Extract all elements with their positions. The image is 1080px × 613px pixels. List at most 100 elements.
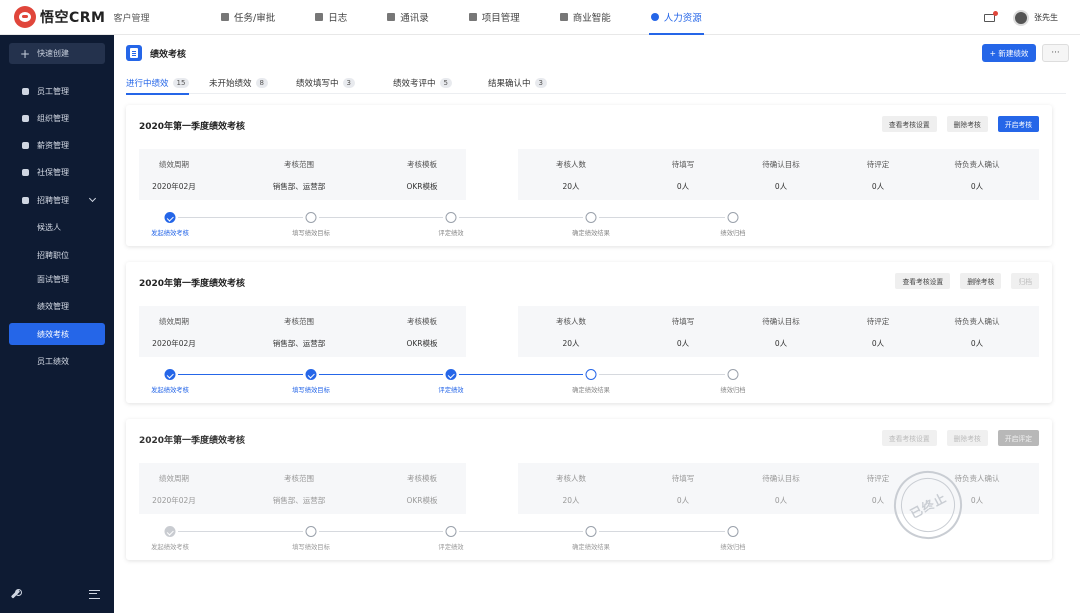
avatar[interactable] xyxy=(1013,9,1029,26)
sidebar-subitem[interactable]: 员工绩效 xyxy=(9,350,105,372)
step-dot xyxy=(305,369,317,380)
info-value: 0人 xyxy=(676,339,690,348)
contacts-icon xyxy=(387,13,396,21)
step-dot xyxy=(727,369,739,380)
sidebar-item[interactable]: 招聘管理 xyxy=(9,189,105,211)
step-label: 发起绩效考核 xyxy=(151,230,189,237)
topnav-label: 人力资源 xyxy=(663,13,702,24)
info-value: 20人 xyxy=(562,496,580,505)
step-label: 确定绩效结果 xyxy=(572,230,610,237)
sidebar-subitem-label: 面试管理 xyxy=(37,274,69,284)
info-header: 考核范围 xyxy=(284,317,314,326)
sidebar-item[interactable]: 社保管理 xyxy=(9,161,105,183)
sidebar-item-label: 社保管理 xyxy=(37,167,69,177)
topnav-item[interactable]: 日志 xyxy=(315,0,347,35)
step-dot xyxy=(585,526,597,537)
info-value: 0人 xyxy=(970,339,984,348)
sidebar-subitem[interactable]: 招聘职位 xyxy=(9,244,105,266)
card-action-button[interactable]: 开启考核 xyxy=(997,116,1039,132)
info-header: 考核人数 xyxy=(556,474,586,483)
info-header: 考核模板 xyxy=(407,160,437,169)
card-action-button[interactable]: 开启评定 xyxy=(997,430,1039,446)
quick-create-button[interactable]: + 快速创建 xyxy=(9,43,105,64)
app-subtitle: 客户管理 xyxy=(113,13,150,24)
top-nav: 任务/审批 日志 通讯录 项目管理 商业智能 人力资源 xyxy=(221,0,742,35)
info-header: 考核模板 xyxy=(407,474,437,483)
tab[interactable]: 进行中绩效 15 xyxy=(126,72,190,95)
info-header: 待负责人确认 xyxy=(954,474,1000,483)
tab[interactable]: 绩效填写中 3 xyxy=(296,72,355,94)
wrench-icon[interactable] xyxy=(10,589,22,599)
step-label: 评定绩效 xyxy=(438,544,464,551)
main-content: 绩效考核 + 新建绩效 ··· 进行中绩效 15 未开始绩效 8 绩效填写中 3 绩效考评中… xyxy=(114,35,1080,613)
card-title: 2020年第一季度绩效考核 xyxy=(139,436,246,446)
card-title: 2020年第一季度绩效考核 xyxy=(139,279,246,289)
card-actions: 查看考核设置 删除考核 归档 xyxy=(885,273,1039,289)
tab-count-badge: 15 xyxy=(172,78,190,88)
step-label: 填写绩效目标 xyxy=(292,230,330,237)
salary-icon xyxy=(22,141,29,149)
info-header: 待填写 xyxy=(671,317,695,326)
tab-label: 绩效填写中 xyxy=(296,79,339,89)
card-action-button[interactable]: 删除考核 xyxy=(946,116,988,132)
chevron-down-icon xyxy=(88,194,97,203)
top-bar: 悟空CRM 客户管理 任务/审批 日志 通讯录 项目管理 商业智能 人力资源 张先生 xyxy=(0,0,1080,35)
card-action-button[interactable]: 查看考核设置 xyxy=(895,273,951,289)
step-label: 发起绩效考核 xyxy=(151,544,189,551)
tab-count-badge: 3 xyxy=(342,78,355,88)
sidebar-item[interactable]: 员工管理 xyxy=(9,80,105,102)
tab[interactable]: 未开始绩效 8 xyxy=(209,72,268,94)
new-performance-button[interactable]: + 新建绩效 xyxy=(982,44,1036,62)
info-header: 待评定 xyxy=(866,317,890,326)
tab[interactable]: 结果确认中 3 xyxy=(488,72,547,94)
topnav-item[interactable]: 人力资源 xyxy=(648,0,704,35)
sidebar-subitem-label: 候选人 xyxy=(37,222,61,232)
info-panel-right: 考核人数 20人 待填写 0人 待确认目标 0人 待评定 0人 待负责人确认 0人 xyxy=(518,149,1039,200)
tab[interactable]: 绩效考评中 5 xyxy=(393,72,452,94)
sidebar-item[interactable]: 组织管理 xyxy=(9,107,105,129)
card-actions: 查看考核设置 删除考核 开启评定 xyxy=(872,430,1039,446)
info-header: 绩效周期 xyxy=(159,474,189,483)
sidebar-subitem-label: 员工绩效 xyxy=(37,356,69,366)
sidebar-subitem-label: 招聘职位 xyxy=(37,250,69,260)
topnav-label: 通讯录 xyxy=(400,13,429,24)
step-connector xyxy=(319,531,443,532)
info-value: OKR模板 xyxy=(406,339,438,348)
topnav-item[interactable]: 任务/审批 xyxy=(221,0,275,35)
hr-icon xyxy=(650,13,659,21)
sidebar-item-label: 招聘管理 xyxy=(37,195,69,205)
sidebar-subitem-label: 绩效管理 xyxy=(37,301,69,311)
status-tabs: 进行中绩效 15 未开始绩效 8 绩效填写中 3 绩效考评中 5 结果确认中 3 xyxy=(126,72,1066,95)
sidebar-subitem[interactable]: 候选人 xyxy=(9,216,105,238)
step-label: 绩效归档 xyxy=(720,387,746,394)
sidebar-subitem[interactable]: 面试管理 xyxy=(9,268,105,290)
sidebar-subitem[interactable]: 绩效管理 xyxy=(9,295,105,317)
card-action-button[interactable]: 查看考核设置 xyxy=(881,116,937,132)
logo-text: 悟空CRM xyxy=(40,10,106,26)
info-panel-left: 绩效周期 2020年02月 考核范围 销售部、运营部 考核模板 OKR模板 xyxy=(139,149,466,200)
info-value: 0人 xyxy=(676,182,690,191)
tab-count-badge: 3 xyxy=(534,78,547,88)
info-header: 待确认目标 xyxy=(762,474,800,483)
sidebar-item-label: 薪资管理 xyxy=(37,140,69,150)
info-value: 销售部、运营部 xyxy=(272,496,326,505)
user-name[interactable]: 张先生 xyxy=(1034,12,1058,23)
insurance-icon xyxy=(22,168,29,176)
topnav-item[interactable]: 商业智能 xyxy=(559,0,611,35)
more-button[interactable]: ··· xyxy=(1042,44,1069,62)
card-action-button[interactable]: 删除考核 xyxy=(960,273,1002,289)
logo[interactable]: 悟空CRM 客户管理 xyxy=(14,6,204,28)
info-value: OKR模板 xyxy=(406,182,438,191)
sidebar-item-label: 员工管理 xyxy=(37,86,69,96)
topnav-item[interactable]: 通讯录 xyxy=(387,0,429,35)
sidebar-item[interactable]: 薪资管理 xyxy=(9,134,105,156)
mail-icon[interactable] xyxy=(984,10,998,22)
step-label: 填写绩效目标 xyxy=(292,544,330,551)
collapse-menu-icon[interactable] xyxy=(89,589,100,599)
info-value: 0人 xyxy=(871,339,885,348)
step-connector xyxy=(178,531,303,532)
topnav-item[interactable]: 项目管理 xyxy=(468,0,520,35)
card-action-button: 归档 xyxy=(1011,273,1039,289)
progress-steps: 发起绩效考核 填写绩效目标 评定绩效 确定绩效结果 绩效归档 xyxy=(148,526,1028,556)
sidebar-subitem[interactable]: 绩效考核 xyxy=(9,323,105,345)
